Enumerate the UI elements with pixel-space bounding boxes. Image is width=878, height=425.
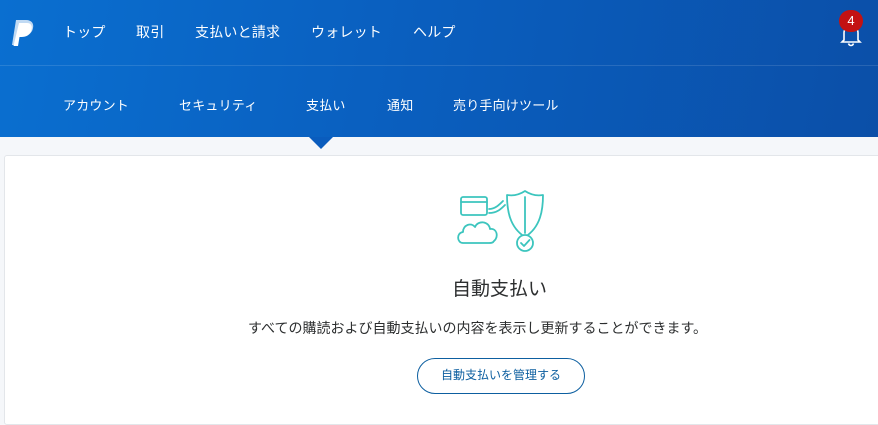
header: トップ 取引 支払いと請求 ウォレット ヘルプ 4 アカウント セキュリティ 支… (0, 0, 878, 137)
subnav-seller-tools[interactable]: 売り手向けツール (453, 95, 559, 114)
page-description: すべての購読および自動支払いの内容を表示し更新することができます。 (248, 321, 708, 337)
top-nav: トップ 取引 支払いと請求 ウォレット ヘルプ 4 (0, 0, 878, 66)
nav-top[interactable]: トップ (63, 22, 106, 42)
card-cloud-shield-illustration (457, 190, 544, 252)
nav-transactions[interactable]: 取引 (136, 22, 164, 42)
nav-help[interactable]: ヘルプ (413, 22, 456, 42)
subnav-security[interactable]: セキュリティ (179, 95, 257, 114)
subnav-account[interactable]: アカウント (63, 95, 129, 114)
manage-auto-payments-button[interactable]: 自動支払いを管理する (417, 358, 585, 394)
paypal-logo[interactable] (9, 18, 37, 48)
subnav-notifications[interactable]: 通知 (387, 95, 413, 114)
nav-payments-billing[interactable]: 支払いと請求 (195, 22, 280, 42)
active-tab-indicator (309, 137, 333, 149)
subnav-payments[interactable]: 支払い (306, 95, 346, 114)
page-title: 自動支払い (452, 278, 548, 300)
notification-badge[interactable]: 4 (839, 10, 863, 32)
nav-wallet[interactable]: ウォレット (311, 22, 382, 42)
